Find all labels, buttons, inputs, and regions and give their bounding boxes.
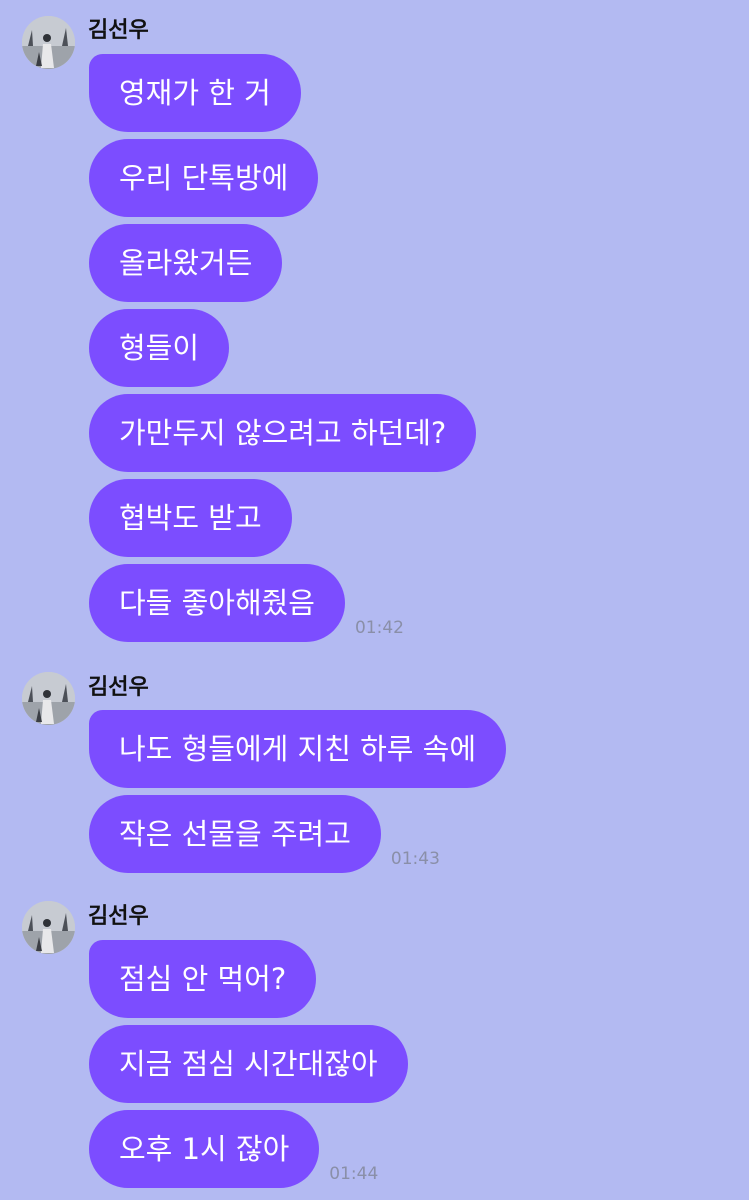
message-bubble[interactable]: 올라왔거든 (89, 224, 283, 302)
message-row: 다들 좋아해줬음 01:42 (89, 564, 404, 642)
message-bubble[interactable]: 나도 형들에게 지친 하루 속에 (89, 710, 507, 788)
sender-avatar[interactable] (22, 16, 75, 69)
message-bubble[interactable]: 영재가 한 거 (89, 54, 301, 132)
sender-name: 김선우 (88, 904, 149, 929)
message-row: 올라왔거든 (89, 224, 283, 302)
message-bubble[interactable]: 지금 점심 시간대잖아 (89, 1025, 408, 1103)
message-row: 형들이 (89, 309, 230, 387)
message-bubble[interactable]: 가만두지 않으려고 하던데? (89, 394, 477, 472)
sender-avatar[interactable] (22, 901, 75, 954)
message-row: 가만두지 않으려고 하던데? (89, 394, 477, 472)
sender-name: 김선우 (88, 18, 149, 43)
message-bubble[interactable]: 우리 단톡방에 (89, 139, 319, 217)
profile-photo-avatar-icon (22, 16, 75, 69)
message-row: 협박도 받고 (89, 479, 292, 557)
profile-photo-avatar-icon (22, 901, 75, 954)
message-row: 나도 형들에게 지친 하루 속에 (89, 710, 507, 788)
message-row: 영재가 한 거 (89, 54, 301, 132)
message-row: 우리 단톡방에 (89, 139, 319, 217)
message-row: 지금 점심 시간대잖아 (89, 1025, 408, 1103)
sender-avatar[interactable] (22, 672, 75, 725)
profile-photo-avatar-icon (22, 672, 75, 725)
message-row: 작은 선물을 주려고 01:43 (89, 795, 440, 873)
message-timestamp: 01:43 (390, 849, 440, 869)
message-row: 점심 안 먹어? (89, 940, 317, 1018)
chat-log: 김선우 영재가 한 거 우리 단톡방에 올라왔거든 형들이 가만두지 않으려고 … (0, 0, 749, 1200)
message-bubble[interactable]: 형들이 (89, 309, 230, 387)
message-row: 오후 1시 잖아 01:44 (89, 1110, 378, 1188)
sender-name: 김선우 (88, 675, 149, 700)
message-bubble[interactable]: 협박도 받고 (89, 479, 292, 557)
message-bubble[interactable]: 오후 1시 잖아 (89, 1110, 320, 1188)
message-bubble[interactable]: 작은 선물을 주려고 (89, 795, 381, 873)
message-bubble[interactable]: 다들 좋아해줬음 (89, 564, 345, 642)
message-bubble[interactable]: 점심 안 먹어? (89, 940, 317, 1018)
message-timestamp: 01:42 (354, 618, 404, 638)
message-timestamp: 01:44 (329, 1164, 379, 1184)
